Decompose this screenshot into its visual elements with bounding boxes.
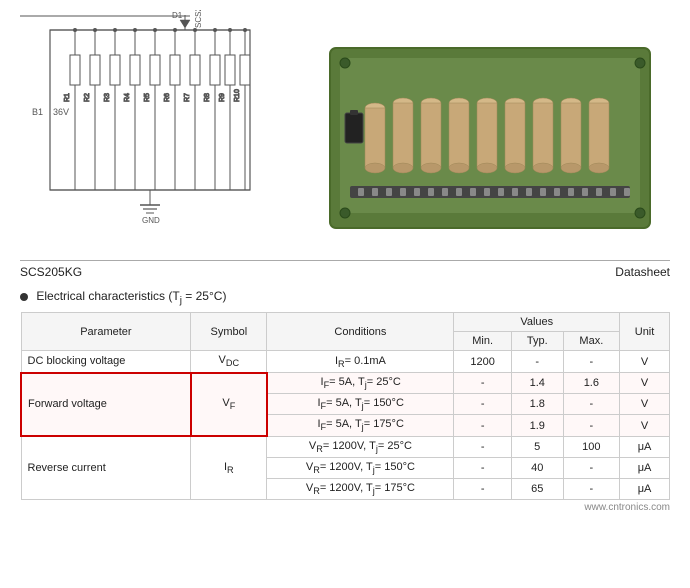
param-reverse-current: Reverse current bbox=[21, 436, 191, 500]
unit-rc-1: μA bbox=[620, 436, 670, 457]
unit-fv-2: V bbox=[620, 394, 670, 415]
max-fv-3: - bbox=[563, 415, 619, 436]
min-rc-3: - bbox=[454, 479, 511, 500]
symbol-forward-voltage: VF bbox=[191, 373, 267, 437]
symbol-reverse-current: IR bbox=[191, 436, 267, 500]
svg-text:B1: B1 bbox=[32, 107, 43, 117]
max-rc-2: - bbox=[563, 457, 619, 478]
table-header-row-1: Parameter Symbol Conditions Values Unit bbox=[21, 313, 670, 332]
electrical-header: Electrical characteristics (Tj = 25°C) bbox=[20, 289, 670, 306]
unit-rc-2: μA bbox=[620, 457, 670, 478]
col-unit: Unit bbox=[620, 313, 670, 351]
svg-text:GND: GND bbox=[142, 216, 160, 225]
bottom-section: SCS205KG Datasheet Electrical characteri… bbox=[0, 260, 690, 513]
pcb-image-area bbox=[310, 10, 670, 255]
unit-dc-blocking: V bbox=[620, 351, 670, 373]
table-row: Reverse current IR VR= 1200V, Tj= 25°C -… bbox=[21, 436, 670, 457]
col-typ: Typ. bbox=[511, 332, 563, 351]
cond-fv-3: IF= 5A, Tj= 175°C bbox=[267, 415, 454, 436]
electrical-title: Electrical characteristics (Tj = 25°C) bbox=[36, 289, 226, 303]
max-rc-3: - bbox=[563, 479, 619, 500]
svg-text:R4: R4 bbox=[124, 93, 131, 102]
characteristics-table: Parameter Symbol Conditions Values Unit … bbox=[20, 312, 670, 500]
cond-rc-2: VR= 1200V, Tj= 150°C bbox=[267, 457, 454, 478]
cond-fv-1: IF= 5A, Tj= 25°C bbox=[267, 373, 454, 394]
col-max: Max. bbox=[563, 332, 619, 351]
svg-text:R5: R5 bbox=[144, 93, 151, 102]
svg-text:SCS205KG: SCS205KG bbox=[194, 10, 203, 28]
cond-fv-2: IF= 5A, Tj= 150°C bbox=[267, 394, 454, 415]
max-fv-1: 1.6 bbox=[563, 373, 619, 394]
svg-text:R10: R10 bbox=[234, 89, 241, 102]
max-fv-2: - bbox=[563, 394, 619, 415]
bullet-icon bbox=[20, 293, 28, 301]
cond-rc-3: VR= 1200V, Tj= 175°C bbox=[267, 479, 454, 500]
svg-text:D1: D1 bbox=[172, 11, 183, 20]
unit-fv-3: V bbox=[620, 415, 670, 436]
datasheet-header: SCS205KG Datasheet bbox=[20, 260, 670, 283]
min-fv-1: - bbox=[454, 373, 511, 394]
min-fv-3: - bbox=[454, 415, 511, 436]
max-rc-1: 100 bbox=[563, 436, 619, 457]
table-row: DC blocking voltage VDC IR= 0.1mA 1200 -… bbox=[21, 351, 670, 373]
svg-text:R8: R8 bbox=[204, 93, 211, 102]
table-row: Forward voltage VF IF= 5A, Tj= 25°C - 1.… bbox=[21, 373, 670, 394]
unit-rc-3: μA bbox=[620, 479, 670, 500]
cond-rc-1: VR= 1200V, Tj= 25°C bbox=[267, 436, 454, 457]
typ-rc-1: 5 bbox=[511, 436, 563, 457]
col-parameter: Parameter bbox=[21, 313, 191, 351]
col-values: Values bbox=[454, 313, 620, 332]
param-forward-voltage: Forward voltage bbox=[21, 373, 191, 437]
part-number-label: SCS205KG bbox=[20, 265, 82, 279]
typ-fv-1: 1.4 bbox=[511, 373, 563, 394]
svg-text:R1: R1 bbox=[64, 93, 71, 102]
cond-dc-blocking: IR= 0.1mA bbox=[267, 351, 454, 373]
svg-text:36V: 36V bbox=[53, 107, 69, 117]
pcb-svg bbox=[320, 28, 660, 238]
unit-fv-1: V bbox=[620, 373, 670, 394]
top-section: B1 36V SCS205KG D1 R1 bbox=[0, 0, 690, 260]
typ-fv-3: 1.9 bbox=[511, 415, 563, 436]
symbol-dc-blocking: VDC bbox=[191, 351, 267, 373]
min-rc-2: - bbox=[454, 457, 511, 478]
param-dc-blocking: DC blocking voltage bbox=[21, 351, 191, 373]
col-symbol: Symbol bbox=[191, 313, 267, 351]
typ-rc-3: 65 bbox=[511, 479, 563, 500]
min-dc-blocking: 1200 bbox=[454, 351, 511, 373]
svg-text:R6: R6 bbox=[164, 93, 171, 102]
datasheet-label: Datasheet bbox=[615, 265, 670, 279]
col-conditions: Conditions bbox=[267, 313, 454, 351]
schematic-area: B1 36V SCS205KG D1 R1 bbox=[20, 10, 300, 250]
watermark: www.cntronics.com bbox=[20, 502, 670, 513]
typ-dc-blocking: - bbox=[511, 351, 563, 373]
min-fv-2: - bbox=[454, 394, 511, 415]
svg-text:R2: R2 bbox=[84, 93, 91, 102]
svg-text:R9: R9 bbox=[219, 93, 226, 102]
typ-rc-2: 40 bbox=[511, 457, 563, 478]
col-min: Min. bbox=[454, 332, 511, 351]
schematic-svg: B1 36V SCS205KG D1 R1 bbox=[20, 10, 290, 240]
svg-text:R7: R7 bbox=[184, 93, 191, 102]
svg-text:R3: R3 bbox=[104, 93, 111, 102]
min-rc-1: - bbox=[454, 436, 511, 457]
max-dc-blocking: - bbox=[563, 351, 619, 373]
typ-fv-2: 1.8 bbox=[511, 394, 563, 415]
